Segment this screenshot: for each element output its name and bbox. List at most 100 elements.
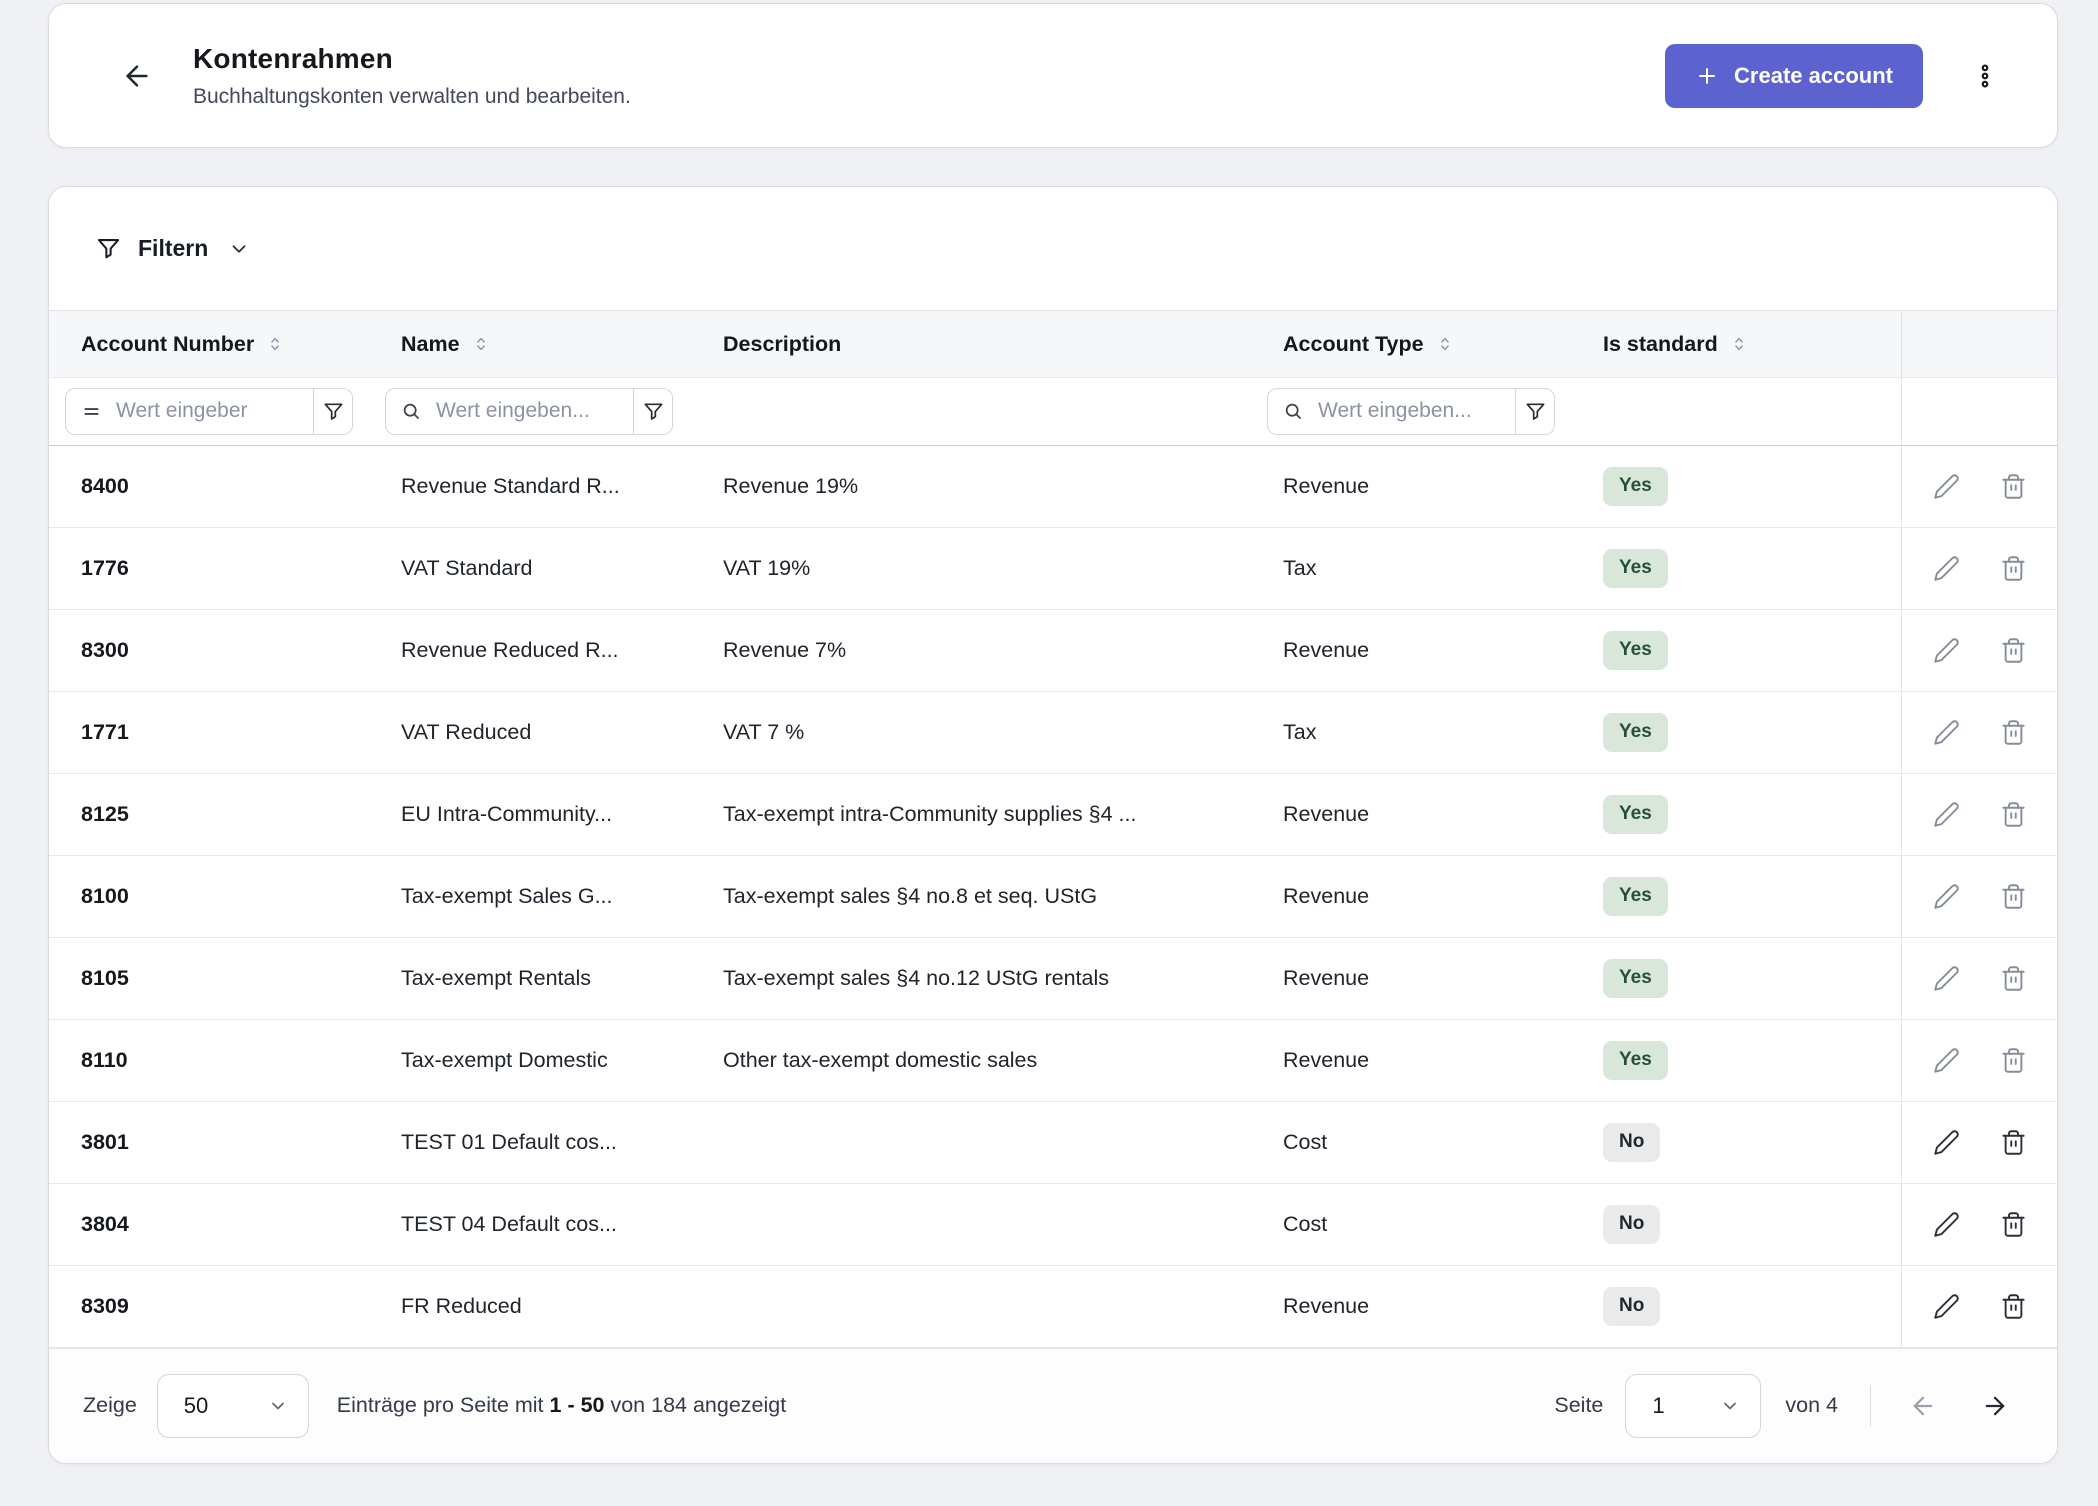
table-row[interactable]: 3801 TEST 01 Default cos... Cost No — [49, 1102, 2057, 1184]
cell-description: Tax-exempt sales §4 no.12 UStG rentals — [691, 938, 1251, 1019]
edit-button[interactable] — [1929, 633, 1964, 668]
pencil-icon — [1933, 719, 1960, 746]
cell-description: VAT 19% — [691, 528, 1251, 609]
edit-button[interactable] — [1929, 715, 1964, 750]
more-options-button[interactable] — [1961, 52, 2009, 100]
create-account-label: Create account — [1734, 63, 1893, 89]
cell-description: Revenue 7% — [691, 610, 1251, 691]
edit-button[interactable] — [1929, 551, 1964, 586]
account-type-filter-funnel-button[interactable] — [1516, 389, 1554, 434]
column-header-description: Description — [691, 311, 1251, 377]
column-header-account-type[interactable]: Account Type — [1251, 311, 1571, 377]
table-row[interactable]: 1771 VAT Reduced VAT 7 % Tax Yes — [49, 692, 2057, 774]
cell-is-standard: Yes — [1571, 1020, 1901, 1101]
delete-button[interactable] — [1996, 961, 2031, 996]
cell-actions — [1901, 856, 2057, 937]
edit-button[interactable] — [1929, 1043, 1964, 1078]
cell-account-number: 8105 — [49, 938, 369, 1019]
trash-icon — [2000, 555, 2027, 582]
equals-icon — [66, 389, 116, 434]
account-number-filter-input[interactable] — [116, 389, 313, 434]
delete-button[interactable] — [1996, 1289, 2031, 1324]
delete-button[interactable] — [1996, 797, 2031, 832]
table-row[interactable]: 8125 EU Intra-Community... Tax-exempt in… — [49, 774, 2057, 856]
account-type-filter-input[interactable] — [1318, 389, 1515, 434]
is-standard-badge: No — [1603, 1287, 1660, 1326]
cell-description: Tax-exempt sales §4 no.8 et seq. UStG — [691, 856, 1251, 937]
page-select[interactable]: 1 — [1625, 1374, 1761, 1438]
is-standard-badge: No — [1603, 1123, 1660, 1162]
edit-button[interactable] — [1929, 1207, 1964, 1242]
delete-button[interactable] — [1996, 469, 2031, 504]
table-row[interactable]: 8110 Tax-exempt Domestic Other tax-exemp… — [49, 1020, 2057, 1102]
entries-prefix: Einträge pro Seite mit — [337, 1393, 550, 1417]
pencil-icon — [1933, 1211, 1960, 1238]
back-button[interactable] — [115, 54, 159, 98]
name-filter-funnel-button[interactable] — [634, 389, 672, 434]
cell-account-number: 1776 — [49, 528, 369, 609]
cell-actions — [1901, 1266, 2057, 1347]
page-size-select[interactable]: 50 — [157, 1374, 309, 1438]
edit-button[interactable] — [1929, 879, 1964, 914]
name-filter-input[interactable] — [436, 389, 633, 434]
cell-name: TEST 01 Default cos... — [369, 1102, 691, 1183]
funnel-icon — [95, 235, 122, 262]
table-row[interactable]: 8400 Revenue Standard R... Revenue 19% R… — [49, 446, 2057, 528]
is-standard-badge: Yes — [1603, 549, 1668, 588]
search-icon — [386, 389, 436, 434]
cell-description — [691, 1102, 1251, 1183]
column-header-name[interactable]: Name — [369, 311, 691, 377]
cell-account-type: Revenue — [1251, 1266, 1571, 1347]
trash-icon — [2000, 801, 2027, 828]
cell-actions — [1901, 1184, 2057, 1265]
filter-cell-is-standard — [1571, 378, 1901, 445]
cell-account-number: 8400 — [49, 446, 369, 527]
edit-button[interactable] — [1929, 797, 1964, 832]
cell-account-number: 1771 — [49, 692, 369, 773]
table-row[interactable]: 8100 Tax-exempt Sales G... Tax-exempt sa… — [49, 856, 2057, 938]
column-label: Name — [401, 332, 460, 357]
pencil-icon — [1933, 1129, 1960, 1156]
table-row[interactable]: 8309 FR Reduced Revenue No — [49, 1266, 2057, 1348]
table-row[interactable]: 8300 Revenue Reduced R... Revenue 7% Rev… — [49, 610, 2057, 692]
cell-name: EU Intra-Community... — [369, 774, 691, 855]
plus-icon — [1695, 64, 1719, 88]
table-row[interactable]: 1776 VAT Standard VAT 19% Tax Yes — [49, 528, 2057, 610]
trash-icon — [2000, 1129, 2027, 1156]
trash-icon — [2000, 473, 2027, 500]
chevron-down-icon — [268, 1396, 288, 1416]
cell-name: Revenue Standard R... — [369, 446, 691, 527]
delete-button[interactable] — [1996, 715, 2031, 750]
filter-toggle-button[interactable]: Filtern — [95, 235, 250, 262]
next-page-button[interactable] — [1973, 1384, 2017, 1428]
edit-button[interactable] — [1929, 469, 1964, 504]
cell-account-type: Tax — [1251, 692, 1571, 773]
delete-button[interactable] — [1996, 1125, 2031, 1160]
cell-is-standard: Yes — [1571, 610, 1901, 691]
delete-button[interactable] — [1996, 1043, 2031, 1078]
is-standard-badge: Yes — [1603, 1041, 1668, 1080]
edit-button[interactable] — [1929, 1125, 1964, 1160]
cell-account-type: Cost — [1251, 1184, 1571, 1265]
delete-button[interactable] — [1996, 551, 2031, 586]
page: Kontenrahmen Buchhaltungskonten verwalte… — [0, 0, 2098, 1506]
cell-account-type: Revenue — [1251, 446, 1571, 527]
delete-button[interactable] — [1996, 879, 2031, 914]
create-account-button[interactable]: Create account — [1665, 44, 1923, 108]
delete-button[interactable] — [1996, 633, 2031, 668]
column-label: Is standard — [1603, 332, 1718, 357]
table-card: Filtern Account Number Name Des — [48, 186, 2058, 1464]
previous-page-button[interactable] — [1901, 1384, 1945, 1428]
edit-button[interactable] — [1929, 961, 1964, 996]
pencil-icon — [1933, 637, 1960, 664]
column-header-is-standard[interactable]: Is standard — [1571, 311, 1901, 377]
edit-button[interactable] — [1929, 1289, 1964, 1324]
table-row[interactable]: 3804 TEST 04 Default cos... Cost No — [49, 1184, 2057, 1266]
divider — [1870, 1385, 1871, 1427]
account-number-filter-funnel-button[interactable] — [314, 389, 352, 434]
table-row[interactable]: 8105 Tax-exempt Rentals Tax-exempt sales… — [49, 938, 2057, 1020]
column-header-account-number[interactable]: Account Number — [49, 311, 369, 377]
delete-button[interactable] — [1996, 1207, 2031, 1242]
entries-summary: Einträge pro Seite mit 1 - 50 von 184 an… — [337, 1393, 786, 1418]
cell-is-standard: No — [1571, 1266, 1901, 1347]
